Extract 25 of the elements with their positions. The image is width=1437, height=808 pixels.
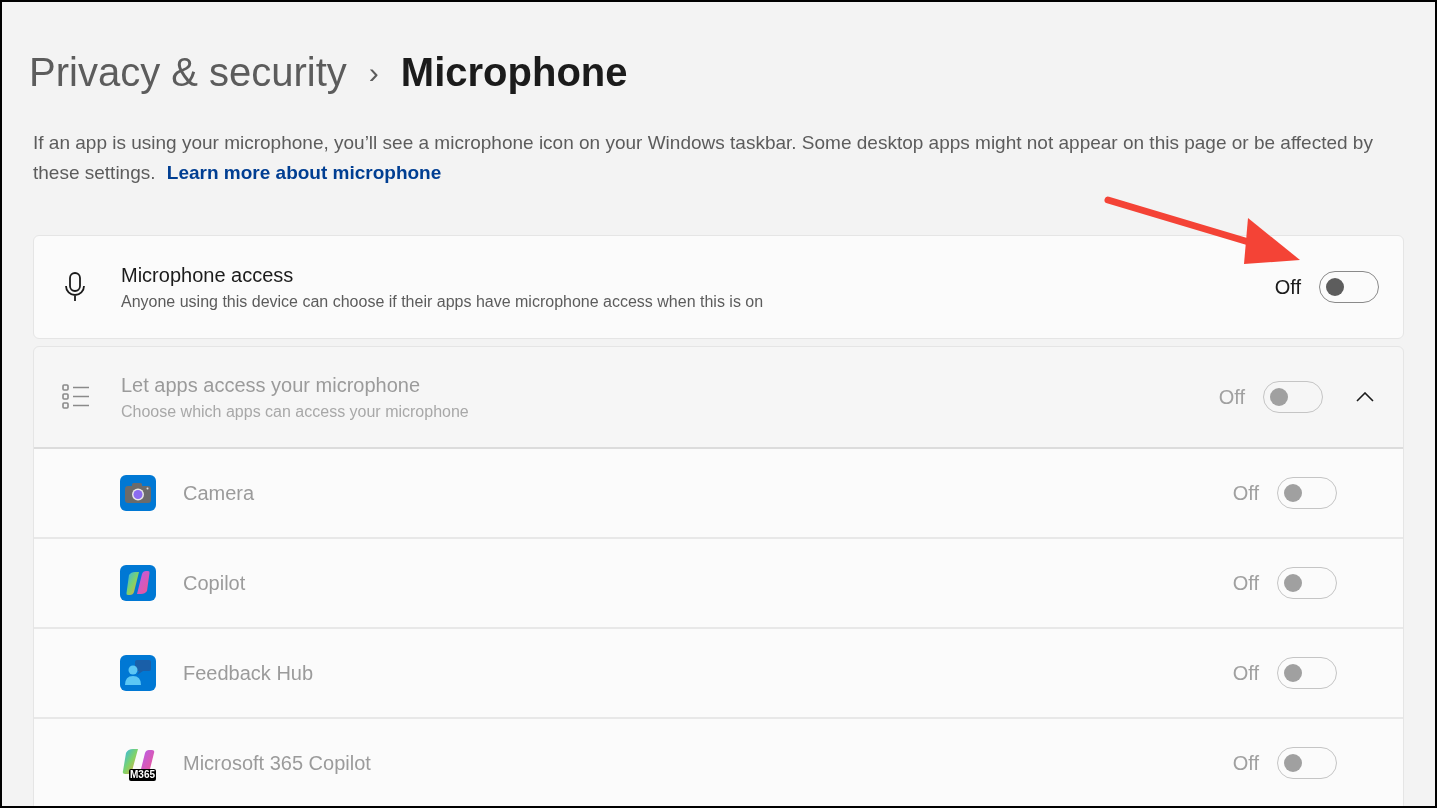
checklist-icon: [62, 384, 90, 410]
learn-more-link[interactable]: Learn more about microphone: [166, 162, 442, 183]
setting-title: Microphone access: [121, 263, 295, 288]
toggle-state-label: Off: [1218, 385, 1245, 410]
microphone-icon: [64, 272, 86, 302]
breadcrumb-parent[interactable]: Privacy & security: [29, 42, 347, 102]
app-name: Camera: [183, 481, 256, 506]
toggle-state-label: Off: [1232, 481, 1259, 506]
app-name: Microsoft 365 Copilot: [183, 751, 372, 776]
app-name: Feedback Hub: [183, 661, 315, 686]
breadcrumb-separator: ›: [368, 54, 379, 91]
toggle-state-label: Off: [1232, 571, 1259, 596]
toggle-state-label: Off: [1232, 751, 1259, 776]
setting-title: Let apps access your microphone: [121, 373, 422, 398]
app-badge: M365: [129, 769, 156, 781]
app-name: Copilot: [183, 571, 247, 596]
page-description: If an app is using your microphone, you’ll see a microphone icon on your Windows taskbar. Some desktop apps might not appear on this page or be affected by these settings. Learn more about microphone: [33, 131, 1374, 185]
page-title: Microphone: [400, 49, 628, 96]
setting-description: Choose which apps can access your microphone: [121, 402, 470, 422]
toggle-state-label: Off: [1274, 275, 1301, 300]
feedback-hub-app-icon: [120, 655, 156, 691]
setting-description: Anyone using this device can choose if their apps have microphone access when this is on: [121, 292, 765, 312]
copilot-app-icon: [120, 565, 156, 601]
toggle-state-label: Off: [1232, 661, 1259, 686]
camera-app-icon: [120, 475, 156, 511]
